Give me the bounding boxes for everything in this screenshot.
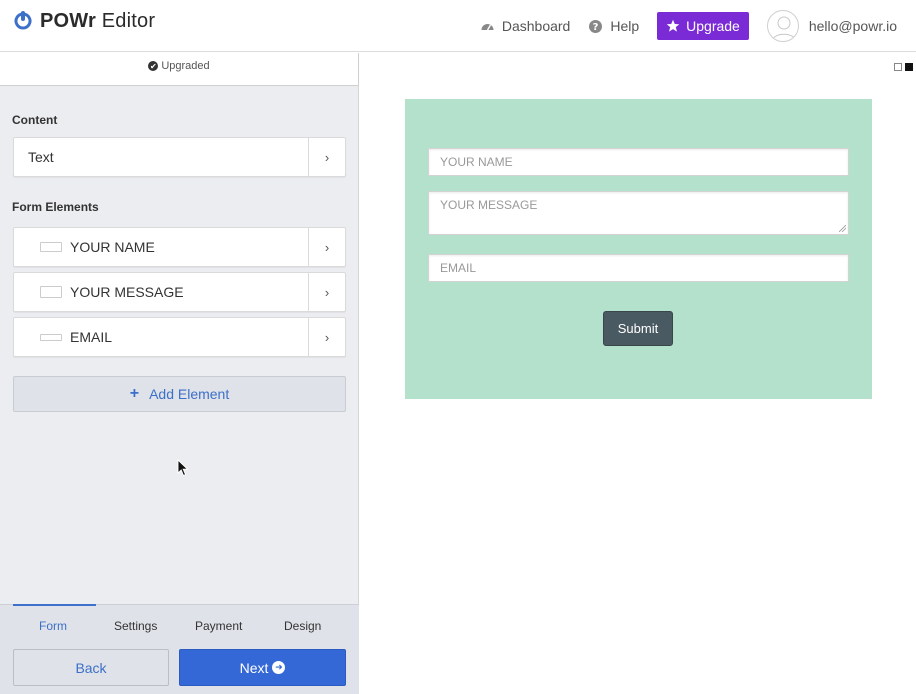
content-item-text[interactable]: Text ›	[13, 137, 346, 177]
powr-logo-icon	[14, 10, 32, 29]
bottom-tab-bar: Form Settings Payment Design Back Next ➜	[0, 604, 359, 694]
top-header: POWr Editor Dashboard ? Help Upgrade hel…	[0, 0, 916, 52]
next-label: Next	[239, 659, 269, 676]
content-section-title: Content	[12, 113, 58, 127]
user-icon	[771, 16, 797, 41]
contact-form: YOUR NAME YOUR MESSAGE EMAIL Submit	[405, 99, 872, 399]
star-icon	[666, 19, 680, 32]
help-icon: ?	[589, 19, 603, 33]
active-tab-indicator	[13, 604, 96, 606]
textarea-field-icon	[40, 286, 62, 298]
top-nav: Dashboard ? Help Upgrade hello@powr.io	[480, 0, 916, 52]
tab-payment[interactable]: Payment	[195, 619, 242, 633]
content-item-label: Text	[28, 149, 54, 165]
tab-design[interactable]: Design	[284, 619, 321, 633]
email-field-icon	[40, 333, 62, 341]
upgrade-label: Upgrade	[686, 18, 740, 34]
view-toggle	[891, 63, 913, 71]
form-elements-section-title: Form Elements	[12, 200, 99, 214]
mouse-pointer-icon	[177, 459, 189, 477]
dashboard-link[interactable]: Dashboard	[480, 18, 571, 34]
tab-settings[interactable]: Settings	[114, 619, 157, 633]
next-button[interactable]: Next ➜	[179, 649, 346, 686]
add-element-button[interactable]: + Add Element	[13, 376, 346, 412]
form-element-your-message[interactable]: YOUR MESSAGE ›	[13, 272, 346, 312]
dark-view-icon[interactable]	[905, 63, 913, 71]
form-element-label: YOUR MESSAGE	[70, 284, 184, 300]
svg-text:?: ?	[593, 22, 599, 33]
your-message-placeholder: YOUR MESSAGE	[440, 198, 538, 212]
chevron-right-icon: ›	[308, 273, 345, 311]
avatar[interactable]	[766, 10, 799, 42]
back-button[interactable]: Back	[13, 649, 169, 686]
chevron-right-icon: ›	[308, 228, 345, 266]
help-link[interactable]: ? Help	[588, 18, 639, 34]
arrow-circle-right-icon: ➜	[272, 661, 286, 674]
form-preview-area: YOUR NAME YOUR MESSAGE EMAIL Submit	[360, 53, 916, 694]
dashboard-icon	[481, 23, 494, 30]
plus-icon: +	[129, 385, 140, 402]
submit-button[interactable]: Submit	[603, 311, 673, 346]
email-input[interactable]: EMAIL	[428, 254, 849, 282]
user-email[interactable]: hello@powr.io	[809, 18, 897, 34]
upgrade-button[interactable]: Upgrade	[657, 12, 749, 40]
your-message-textarea[interactable]: YOUR MESSAGE	[428, 191, 849, 235]
help-label: Help	[610, 18, 640, 34]
check-circle-icon: ✔	[148, 61, 159, 71]
upgraded-status-bar: ✔ Upgraded	[0, 53, 359, 86]
form-element-email[interactable]: EMAIL ›	[13, 317, 346, 357]
form-element-your-name[interactable]: YOUR NAME ›	[13, 227, 346, 267]
tab-form[interactable]: Form	[39, 619, 67, 633]
editor-sidebar: ✔ Upgraded Content Text › Form Elements …	[0, 53, 359, 694]
form-element-label: EMAIL	[70, 329, 113, 345]
form-element-label: YOUR NAME	[70, 239, 155, 255]
app-title: POWr Editor	[40, 10, 156, 32]
chevron-right-icon: ›	[308, 318, 345, 356]
upgraded-label: Upgraded	[161, 60, 210, 72]
text-field-icon	[40, 242, 62, 252]
chevron-right-icon: ›	[308, 138, 345, 176]
light-view-icon[interactable]	[894, 63, 902, 71]
logo[interactable]: POWr Editor	[14, 10, 155, 33]
resize-handle-icon[interactable]	[839, 225, 846, 232]
back-label: Back	[75, 659, 107, 676]
your-name-input[interactable]: YOUR NAME	[428, 148, 849, 176]
add-element-label: Add Element	[149, 386, 230, 402]
dashboard-label: Dashboard	[501, 18, 571, 34]
